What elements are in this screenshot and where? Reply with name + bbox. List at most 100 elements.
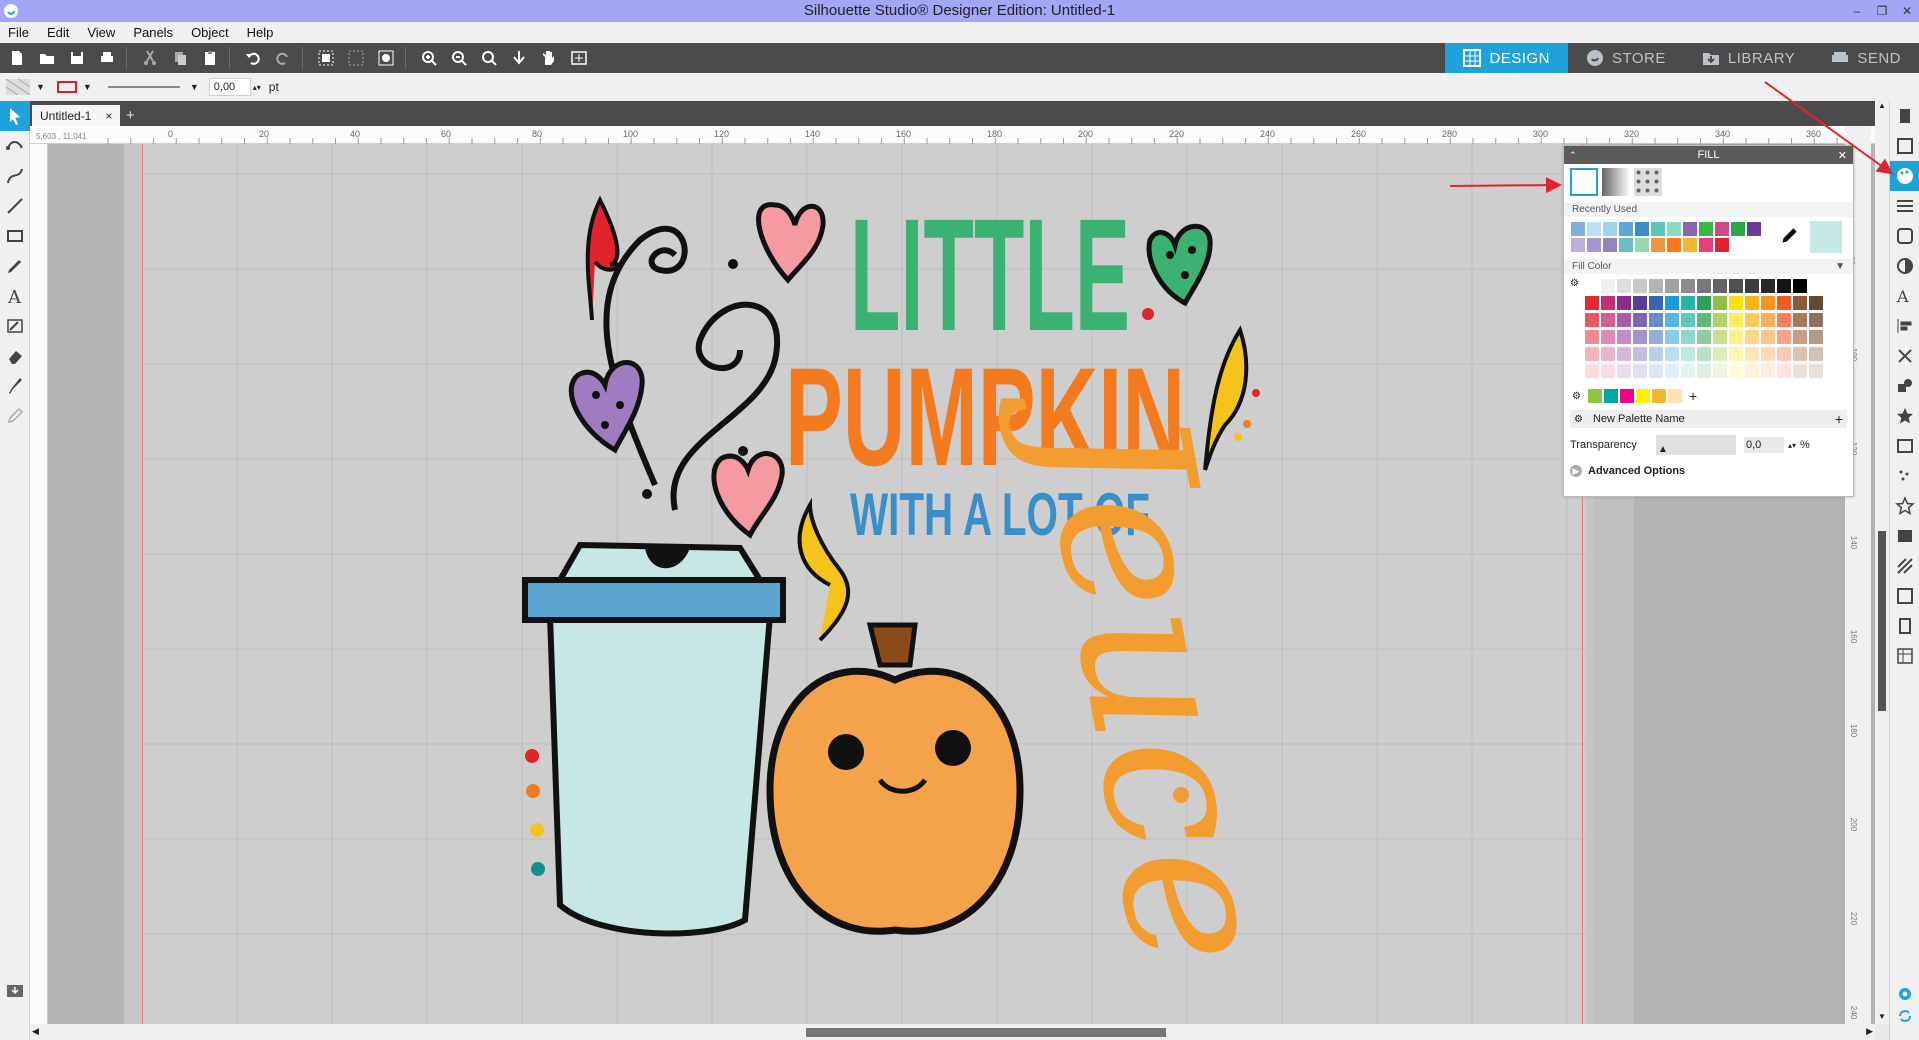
palette-color-swatch[interactable] <box>1697 296 1711 310</box>
line-style-dropdown-arrow[interactable]: ▼ <box>190 82 199 92</box>
scroll-up-arrow[interactable]: ▲ <box>1875 101 1889 113</box>
palette-color-swatch[interactable] <box>1745 279 1759 293</box>
fill-gradient-tab[interactable] <box>1602 168 1630 196</box>
palette-color-swatch[interactable] <box>1777 296 1791 310</box>
menu-help[interactable]: Help <box>247 25 274 40</box>
transparency-slider[interactable]: ▲ <box>1656 435 1736 455</box>
palette-color-swatch[interactable] <box>1729 313 1743 327</box>
palette-color-swatch[interactable] <box>1585 347 1599 361</box>
replicate-button[interactable] <box>1890 341 1919 371</box>
warp-button[interactable] <box>1890 641 1919 671</box>
redo-button[interactable] <box>270 46 296 70</box>
point-edit-tool[interactable] <box>0 131 30 161</box>
palette-color-swatch[interactable] <box>1761 279 1775 293</box>
move-down-button[interactable] <box>506 46 532 70</box>
palette-color-swatch[interactable] <box>1777 313 1791 327</box>
palette-color-swatch[interactable] <box>1761 330 1775 344</box>
palette-color-swatch[interactable] <box>1681 347 1695 361</box>
palette-color-swatch[interactable] <box>1745 296 1759 310</box>
rhinestone-button[interactable] <box>1890 491 1919 521</box>
palette-color-swatch[interactable] <box>1649 330 1663 344</box>
tab-design[interactable]: DESIGN <box>1445 43 1568 73</box>
palette-color-swatch[interactable] <box>1665 296 1679 310</box>
group-button[interactable] <box>313 46 339 70</box>
nesting-button[interactable] <box>1890 551 1919 581</box>
palette-color-swatch[interactable] <box>1633 347 1647 361</box>
menu-panels[interactable]: Panels <box>133 25 173 40</box>
fit-page-button[interactable] <box>566 46 592 70</box>
palette-color-swatch[interactable] <box>1649 364 1663 378</box>
palette-color-swatch[interactable] <box>1793 279 1807 293</box>
palette-color-swatch[interactable] <box>1809 347 1823 361</box>
advanced-options-row[interactable]: ▶ Advanced Options <box>1570 462 1847 480</box>
palette-color-swatch[interactable] <box>1745 313 1759 327</box>
palette-color-swatch[interactable] <box>1793 313 1807 327</box>
custom-color-swatch[interactable] <box>1603 389 1618 403</box>
line-color-dropdown-arrow[interactable]: ▼ <box>83 82 92 92</box>
tab-library[interactable]: LIBRARY <box>1684 43 1813 73</box>
undo-button[interactable] <box>240 46 266 70</box>
recent-color-swatch[interactable] <box>1699 222 1713 236</box>
palette-color-swatch[interactable] <box>1697 347 1711 361</box>
pencil-tool[interactable] <box>0 251 30 281</box>
fill-solid-tab[interactable] <box>1570 168 1598 196</box>
palette-color-swatch[interactable] <box>1809 296 1823 310</box>
palette-color-swatch[interactable] <box>1697 279 1711 293</box>
palette-color-swatch[interactable] <box>1681 364 1695 378</box>
trace-button[interactable] <box>1890 431 1919 461</box>
align-button[interactable] <box>1890 311 1919 341</box>
recent-color-swatch[interactable] <box>1699 238 1713 252</box>
line-tool[interactable] <box>0 191 30 221</box>
palette-color-swatch[interactable] <box>1713 347 1727 361</box>
horizontal-scroll-thumb[interactable] <box>806 1028 1166 1037</box>
restore-button[interactable]: ❐ <box>1870 0 1894 22</box>
recent-color-swatch[interactable] <box>1715 238 1729 252</box>
scroll-right-arrow[interactable]: ▶ <box>1866 1026 1873 1037</box>
offset-button[interactable] <box>1890 401 1919 431</box>
palette-color-swatch[interactable] <box>1585 364 1599 378</box>
close-tab-icon[interactable]: × <box>105 109 112 123</box>
minimize-button[interactable]: – <box>1845 0 1869 22</box>
recent-color-swatch[interactable] <box>1603 238 1617 252</box>
custom-color-swatch[interactable] <box>1635 389 1650 403</box>
palette-color-swatch[interactable] <box>1809 313 1823 327</box>
palette-color-swatch[interactable] <box>1617 313 1631 327</box>
palette-color-swatch[interactable] <box>1617 296 1631 310</box>
palette-color-swatch[interactable] <box>1761 296 1775 310</box>
palette-color-swatch[interactable] <box>1793 347 1807 361</box>
page-setup-button[interactable] <box>1890 101 1919 131</box>
line-style-button[interactable] <box>1890 191 1919 221</box>
add-palette-icon[interactable]: + <box>1835 411 1843 427</box>
menu-object[interactable]: Object <box>191 25 229 40</box>
palette-color-swatch[interactable] <box>1601 347 1615 361</box>
select-tool[interactable] <box>0 101 30 131</box>
palette-color-swatch[interactable] <box>1729 296 1743 310</box>
palette-color-swatch[interactable] <box>1617 279 1631 293</box>
palette-color-swatch[interactable] <box>1681 313 1695 327</box>
transparency-spinner[interactable]: ▴▾ <box>1788 441 1796 450</box>
recent-color-swatch[interactable] <box>1587 238 1601 252</box>
palette-color-swatch[interactable] <box>1665 347 1679 361</box>
modify-button[interactable] <box>1890 371 1919 401</box>
recent-color-swatch[interactable] <box>1571 222 1585 236</box>
custom-color-swatch[interactable] <box>1587 389 1602 403</box>
palette-color-swatch[interactable] <box>1665 364 1679 378</box>
recent-color-swatch[interactable] <box>1651 222 1665 236</box>
palette-color-swatch[interactable] <box>1601 279 1615 293</box>
recent-color-swatch[interactable] <box>1635 222 1649 236</box>
palette-color-swatch[interactable] <box>1777 364 1791 378</box>
recent-color-swatch[interactable] <box>1747 222 1761 236</box>
palette-color-swatch[interactable] <box>1745 364 1759 378</box>
palette-color-swatch[interactable] <box>1729 347 1743 361</box>
recent-color-swatch[interactable] <box>1667 238 1681 252</box>
palette-color-swatch[interactable] <box>1729 279 1743 293</box>
paste-button[interactable] <box>197 46 223 70</box>
zoom-in-button[interactable] <box>416 46 442 70</box>
scroll-down-arrow[interactable]: ▼ <box>1875 1012 1889 1024</box>
palette-color-swatch[interactable] <box>1665 330 1679 344</box>
knife-tool[interactable] <box>0 371 30 401</box>
palette-settings-icon[interactable]: ⚙ <box>1570 278 1584 295</box>
line-color-icon[interactable] <box>56 80 77 94</box>
recent-color-swatch[interactable] <box>1683 238 1697 252</box>
pan-button[interactable] <box>536 46 562 70</box>
